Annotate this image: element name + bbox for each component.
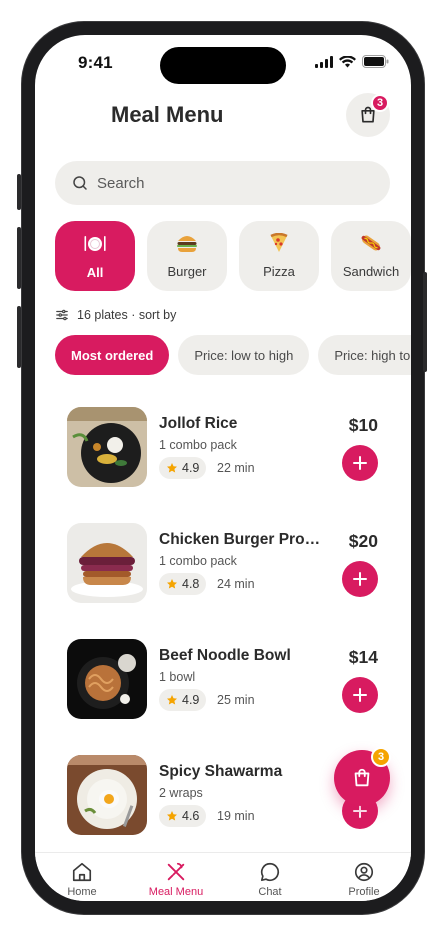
item-rating: 4.9 bbox=[159, 689, 207, 711]
menu-item[interactable]: Jollof Rice 1 combo pack 4.9 22 min $10 bbox=[55, 395, 390, 511]
tab-label: Home bbox=[67, 886, 97, 898]
tab-meal-menu[interactable]: Meal Menu bbox=[129, 853, 223, 901]
results-meta-text: 16 plates · sort by bbox=[77, 308, 177, 322]
home-icon bbox=[72, 862, 92, 882]
category-sandwich[interactable]: Sandwich bbox=[331, 221, 411, 291]
battery-icon bbox=[362, 55, 389, 68]
bottom-tab-bar: Home Meal Menu Chat Profile bbox=[35, 852, 411, 901]
status-time: 9:41 bbox=[78, 53, 113, 72]
item-prep-time: 24 min bbox=[217, 577, 255, 591]
tab-profile[interactable]: Profile bbox=[317, 853, 411, 901]
category-burger[interactable]: Burger bbox=[147, 221, 227, 291]
profile-icon bbox=[354, 862, 374, 882]
item-name: Jollof Rice bbox=[159, 415, 238, 432]
power-button bbox=[423, 272, 427, 372]
item-portion: 1 bowl bbox=[159, 670, 196, 684]
sort-price-high-low[interactable]: Price: high to low bbox=[318, 335, 411, 375]
search-input[interactable]: Search bbox=[55, 161, 390, 205]
plate-icon bbox=[83, 232, 107, 259]
rating-value: 4.9 bbox=[182, 461, 200, 475]
wifi-icon bbox=[339, 55, 356, 67]
tab-label: Chat bbox=[258, 886, 282, 898]
category-all[interactable]: All bbox=[55, 221, 135, 291]
item-photo bbox=[67, 755, 147, 835]
item-prep-time: 22 min bbox=[217, 461, 255, 475]
item-name: Spicy Shawarma bbox=[159, 763, 283, 780]
star-icon bbox=[167, 463, 177, 473]
tab-chat[interactable]: Chat bbox=[223, 853, 317, 901]
category-label: Burger bbox=[167, 264, 207, 279]
item-price: $10 bbox=[348, 415, 378, 435]
item-portion: 1 combo pack bbox=[159, 554, 237, 568]
sort-most-ordered[interactable]: Most ordered bbox=[55, 335, 170, 375]
filter-sliders-icon bbox=[56, 309, 68, 321]
tab-home[interactable]: Home bbox=[35, 853, 129, 901]
screen: 9:41 Meal Menu 3 Search All Burger Pizza… bbox=[35, 35, 411, 901]
item-rating: 4.8 bbox=[159, 573, 207, 595]
category-list: All Burger Pizza Sandwich bbox=[55, 221, 411, 291]
utensils-icon bbox=[167, 862, 185, 881]
signal-icon bbox=[315, 55, 333, 68]
category-label: Pizza bbox=[263, 264, 295, 279]
status-icons bbox=[315, 55, 389, 68]
item-rating: 4.6 bbox=[159, 805, 207, 827]
menu-item[interactable]: Beef Noodle Bowl 1 bowl 4.9 25 min $14 bbox=[55, 627, 390, 743]
cart-badge: 3 bbox=[371, 94, 389, 112]
page-title: Meal Menu bbox=[111, 102, 224, 127]
rating-value: 4.9 bbox=[182, 693, 200, 707]
chat-icon bbox=[260, 862, 280, 882]
add-to-cart-button[interactable] bbox=[342, 561, 378, 597]
item-portion: 2 wraps bbox=[159, 786, 203, 800]
search-placeholder: Search bbox=[97, 174, 145, 192]
tab-label: Profile bbox=[348, 886, 380, 898]
item-name: Beef Noodle Bowl bbox=[159, 647, 291, 664]
item-photo bbox=[67, 523, 147, 603]
menu-item[interactable]: Chicken Burger Promo Pack 1 combo pack 4… bbox=[55, 511, 390, 627]
star-icon bbox=[167, 695, 177, 705]
sort-price-low-high[interactable]: Price: low to high bbox=[178, 335, 310, 375]
mute-switch bbox=[17, 174, 21, 210]
star-icon bbox=[167, 811, 177, 821]
rating-value: 4.8 bbox=[182, 577, 200, 591]
item-prep-time: 25 min bbox=[217, 693, 255, 707]
add-to-cart-button[interactable] bbox=[342, 677, 378, 713]
pizza-icon bbox=[268, 232, 290, 258]
plus-icon bbox=[353, 804, 367, 818]
plus-icon bbox=[353, 688, 367, 702]
star-icon bbox=[167, 579, 177, 589]
item-name: Chicken Burger Promo Pack bbox=[159, 531, 331, 548]
volume-down-button bbox=[17, 306, 21, 368]
burger-icon bbox=[176, 233, 198, 258]
item-photo bbox=[67, 407, 147, 487]
add-to-cart-button[interactable] bbox=[342, 445, 378, 481]
search-icon bbox=[73, 176, 87, 190]
item-photo bbox=[67, 639, 147, 719]
hotdog-icon bbox=[360, 233, 382, 258]
item-price: $14 bbox=[348, 647, 378, 667]
item-price: $20 bbox=[348, 531, 378, 551]
dynamic-island bbox=[160, 47, 286, 84]
plus-icon bbox=[353, 456, 367, 470]
item-rating: 4.9 bbox=[159, 457, 207, 479]
plus-icon bbox=[353, 572, 367, 586]
shopping-bag-icon bbox=[354, 768, 370, 787]
item-portion: 1 combo pack bbox=[159, 438, 237, 452]
results-meta[interactable]: 16 plates · sort by bbox=[55, 308, 176, 322]
floating-cart-badge: 3 bbox=[371, 747, 391, 767]
item-prep-time: 19 min bbox=[217, 809, 255, 823]
category-label: Sandwich bbox=[342, 264, 400, 279]
category-pizza[interactable]: Pizza bbox=[239, 221, 319, 291]
volume-up-button bbox=[17, 227, 21, 289]
category-label: All bbox=[86, 265, 104, 280]
rating-value: 4.6 bbox=[182, 809, 200, 823]
tab-label: Meal Menu bbox=[148, 886, 204, 898]
status-bar: 9:41 bbox=[35, 35, 411, 89]
sort-options: Most ordered Price: low to high Price: h… bbox=[55, 335, 411, 375]
phone-frame: 9:41 Meal Menu 3 Search All Burger Pizza… bbox=[17, 22, 427, 914]
